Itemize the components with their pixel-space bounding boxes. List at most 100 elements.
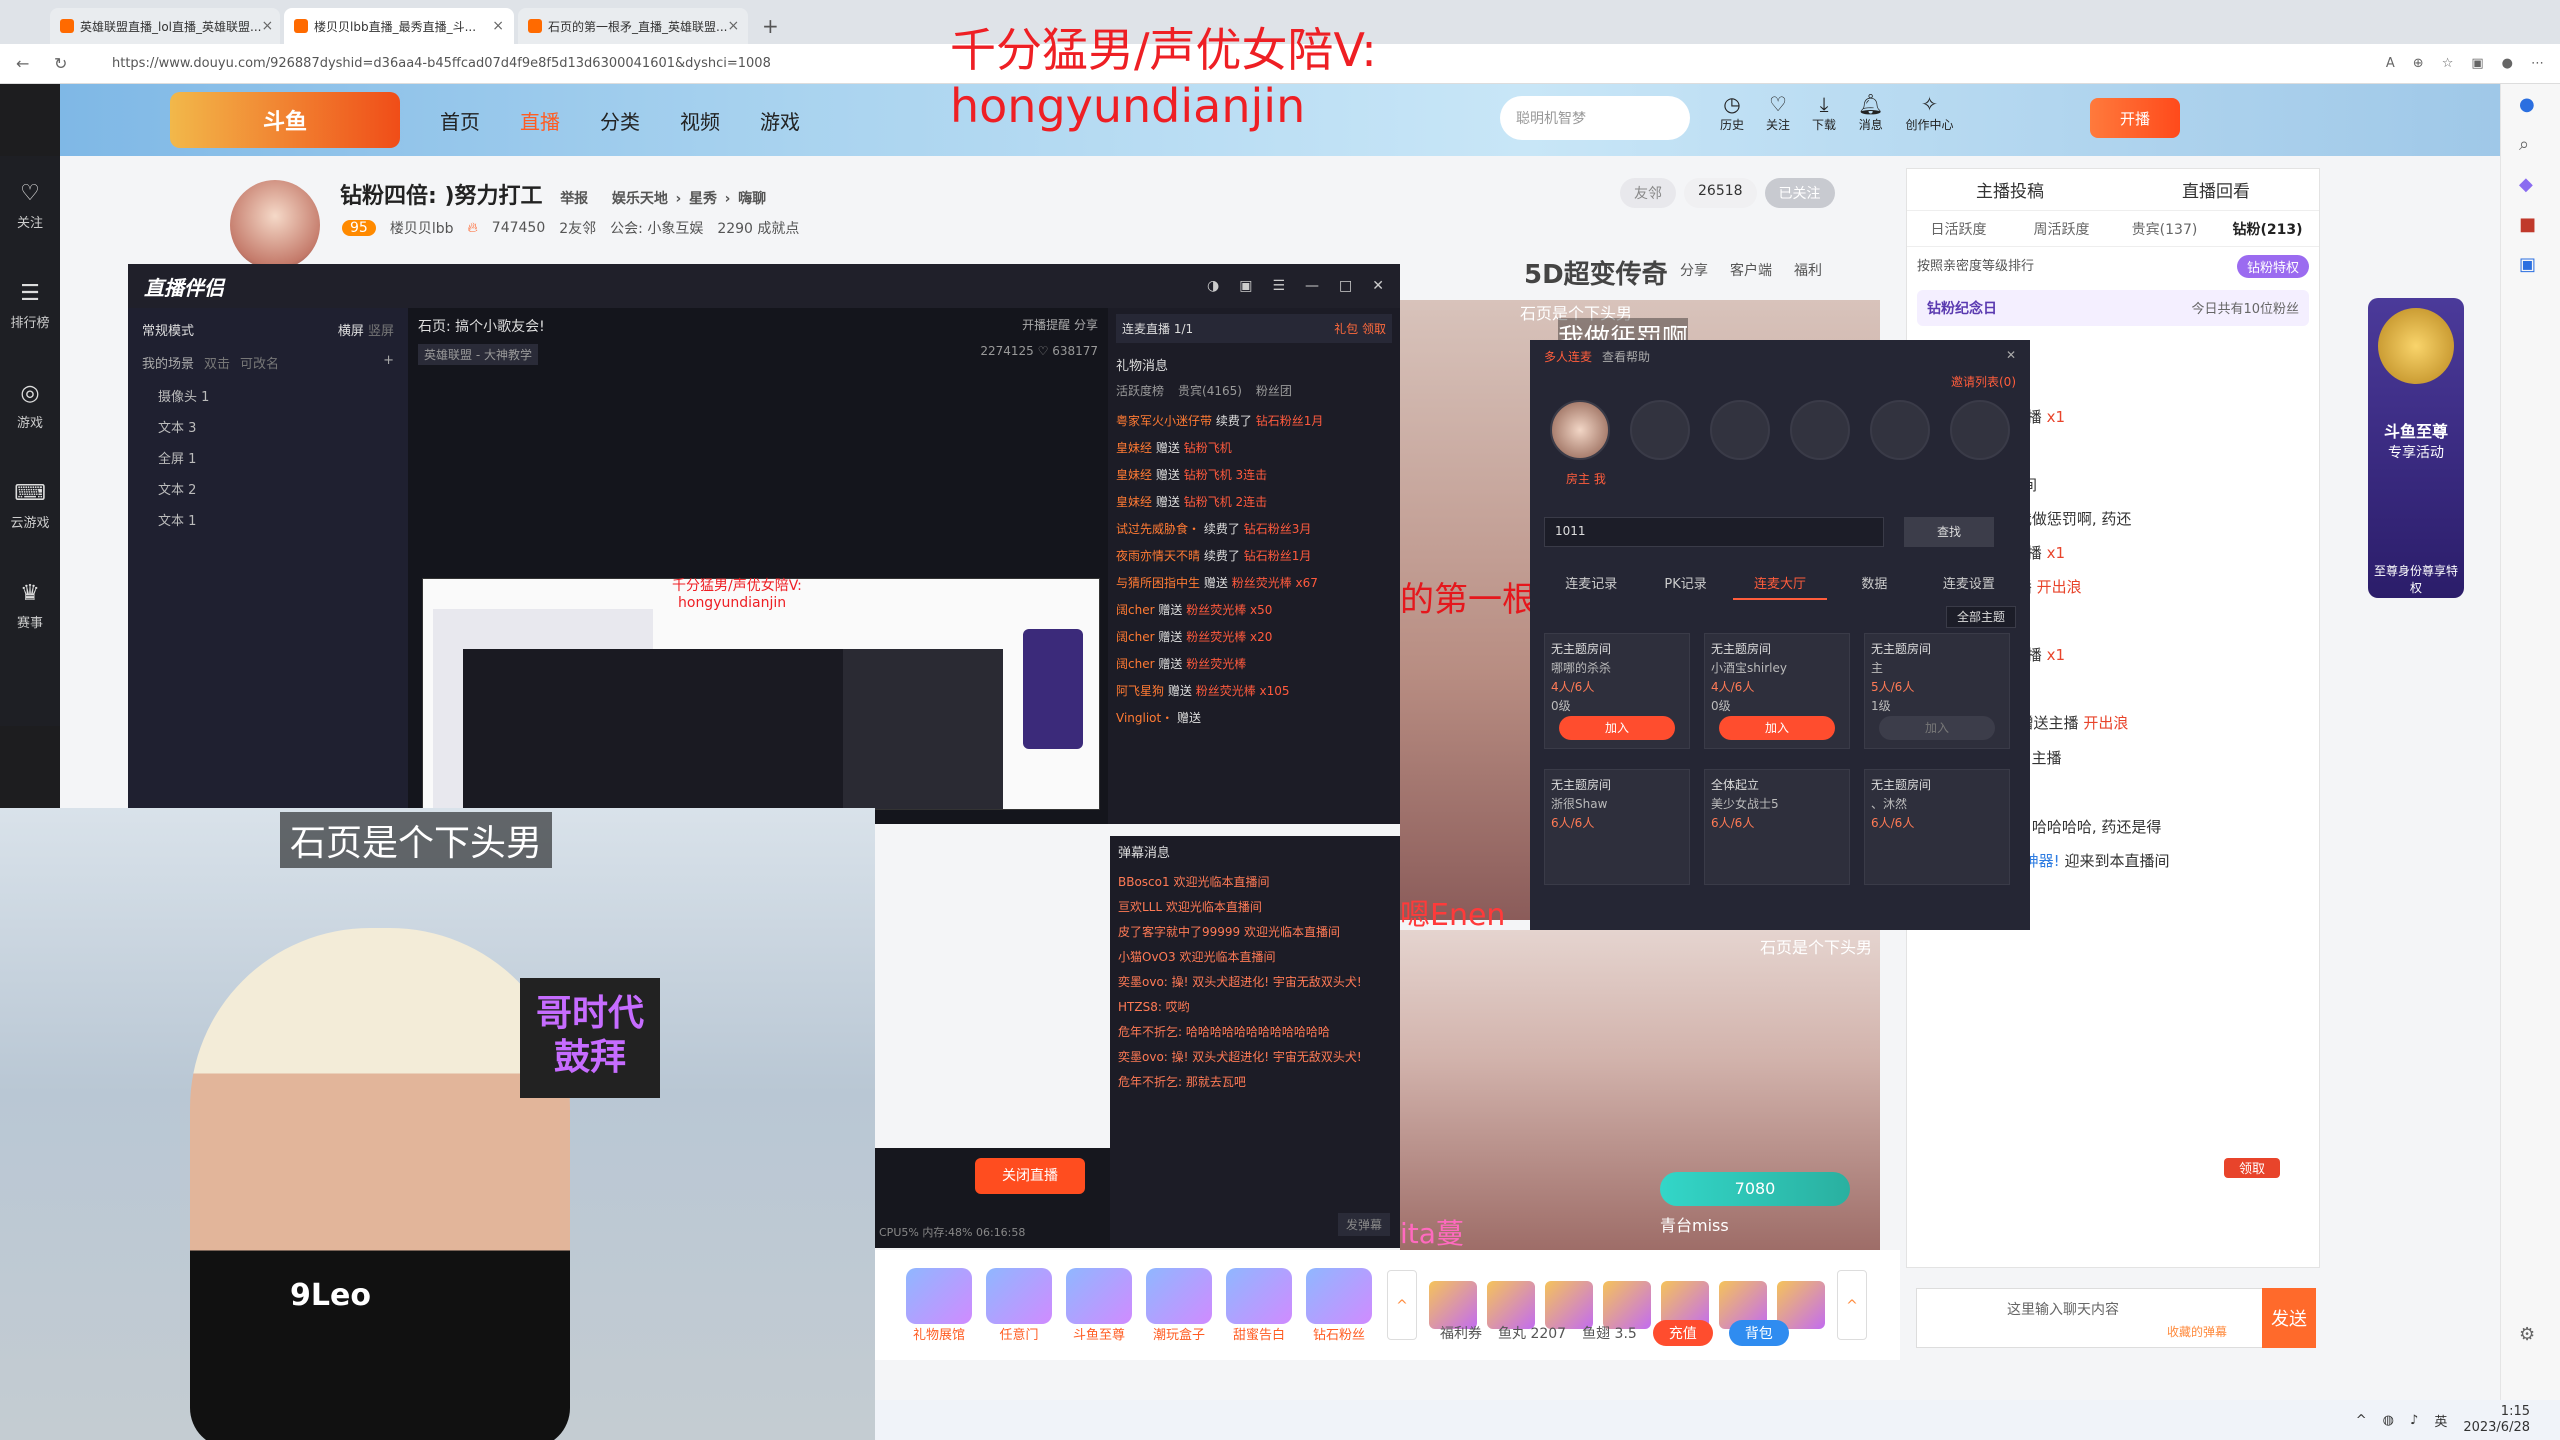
search-icon[interactable]: ⌕ [2519, 134, 2529, 155]
scene-item[interactable]: 摄像头 1 [142, 380, 394, 411]
theme-filter-select[interactable]: 全部主题 [1945, 606, 2016, 628]
gift-user[interactable]: 粤家军火小迷仔带 [1116, 414, 1212, 428]
tab-contribute[interactable]: 主播投稿 [1907, 177, 2113, 202]
sidebar-item-game[interactable]: ◎ 游戏 [0, 356, 60, 456]
join-button[interactable]: 加入 [1879, 716, 1995, 740]
gift-entry[interactable]: 斗鱼至尊 [1063, 1267, 1135, 1343]
gift-user[interactable]: 阿飞星狗 [1116, 684, 1164, 698]
nav-home[interactable]: 首页 [440, 106, 480, 135]
browser-tab-active[interactable]: 楼贝贝lbb直播_最秀直播_斗... × [284, 8, 514, 44]
welfare-button[interactable]: 福利 [1794, 260, 1822, 280]
empty-seat[interactable] [1790, 400, 1850, 460]
breadcrumb-item[interactable]: 娱乐天地 [612, 191, 668, 207]
report-link[interactable]: 举报 [560, 191, 588, 207]
empty-seat[interactable] [1710, 400, 1770, 460]
tab-daily[interactable]: 日活跃度 [1907, 219, 2010, 239]
connect-tab[interactable]: PK记录 [1638, 567, 1732, 600]
room-card[interactable]: 无主题房间 小酒宝shirley 4人/6人 0级 加入 [1704, 633, 1850, 749]
anchor-avatar[interactable] [230, 180, 320, 270]
tab-vip[interactable]: 贵宾(137) [2113, 219, 2216, 239]
extension-icon[interactable]: ◆ [2519, 174, 2533, 195]
history-button[interactable]: ◷ 历史 [1720, 92, 1744, 133]
volume-icon[interactable]: ♪ [2410, 1413, 2418, 1428]
close-icon[interactable]: ✕ [2006, 348, 2016, 365]
gift-user[interactable]: 阔cher [1116, 630, 1155, 644]
help-link[interactable]: 查看帮助 [1602, 348, 1650, 365]
room-card[interactable]: 无主题房间 、沐然 6人/6人 [1864, 769, 2010, 885]
bell-icon[interactable]: ● [2519, 94, 2535, 115]
refresh-icon[interactable]: ↻ [54, 54, 78, 73]
tab-activity[interactable]: 活跃度榜 [1116, 382, 1164, 399]
breadcrumb-item[interactable]: 星秀 [689, 191, 717, 207]
join-button[interactable]: 加入 [1559, 716, 1675, 740]
download-button[interactable]: ⤓ 下载 [1812, 92, 1836, 133]
nav-live[interactable]: 直播 [520, 106, 560, 135]
site-logo[interactable]: 斗鱼 [170, 92, 400, 148]
send-danmu-button[interactable]: 发弹幕 [1337, 1213, 1390, 1236]
gift-entry[interactable]: 任意门 [983, 1267, 1055, 1343]
connect-tab[interactable]: 连麦大厅 [1732, 567, 1828, 600]
breadcrumb-item[interactable]: 嗨聊 [738, 191, 766, 207]
scene-item[interactable]: 文本 1 [142, 504, 394, 535]
tab-replay[interactable]: 直播回看 [2113, 177, 2319, 202]
toolbox-icon[interactable]: ■ [2519, 214, 2536, 235]
connect-tab[interactable]: 数据 [1827, 567, 1921, 600]
gift-user[interactable]: 夜雨亦情天不晴 [1116, 549, 1200, 563]
share-button[interactable]: 分享 [1074, 318, 1098, 332]
room-card[interactable]: 无主题房间 哪哪的杀杀 4人/6人 0级 加入 [1544, 633, 1690, 749]
gift-user[interactable]: 与猜所困指中生 [1116, 576, 1200, 590]
zoom-icon[interactable]: ⊕ [2413, 56, 2424, 71]
collections-icon[interactable]: ▣ [2471, 56, 2483, 71]
mode-select[interactable]: 常规模式 [142, 320, 194, 339]
followed-button[interactable]: 已关注 [1764, 178, 1835, 208]
join-button[interactable]: 加入 [1719, 716, 1835, 740]
gift-entry[interactable]: 礼物展馆 [903, 1267, 975, 1343]
close-live-button[interactable]: 关闭直播 [975, 1158, 1085, 1194]
favorite-icon[interactable]: ☆ [2442, 56, 2454, 71]
gift-user[interactable]: 试过先威胁食・ [1116, 522, 1200, 536]
recharge-button[interactable]: 充值 [1652, 1320, 1713, 1346]
gift-pack-button[interactable]: 礼包 [1334, 322, 1358, 336]
add-scene-icon[interactable]: + [383, 353, 394, 372]
connect-tab[interactable]: 连麦记录 [1544, 567, 1638, 600]
tab-vip[interactable]: 贵宾(4165) [1178, 382, 1242, 399]
sidebar-item-follow[interactable]: ♡ 关注 [0, 156, 60, 256]
sidebar-item-cloud-game[interactable]: ⌨ 云游戏 [0, 456, 60, 556]
chevron-up-icon[interactable]: ^ [2356, 1413, 2367, 1428]
open-live-button[interactable]: 开播 [2090, 98, 2180, 138]
minimize-icon[interactable]: — [1305, 278, 1319, 294]
scene-item[interactable]: 文本 2 [142, 473, 394, 504]
invite-list-link[interactable]: 邀请列表(0) [1530, 373, 2030, 390]
menu-icon[interactable]: ☰ [1272, 278, 1285, 294]
ad-banner[interactable]: 5D超变传奇 [1524, 254, 1668, 291]
tribe-link[interactable]: 2友邻 [559, 218, 596, 238]
chevron-up-icon[interactable]: ^ [1837, 1270, 1867, 1340]
message-button[interactable]: 🔔︎ 消息 [1858, 92, 1883, 133]
gift-user[interactable]: Vingliot・ [1116, 711, 1173, 725]
host-seat[interactable] [1550, 400, 1610, 460]
ime-indicator[interactable]: 英 [2434, 1411, 2447, 1430]
client-button[interactable]: 客户端 [1730, 260, 1772, 280]
tab-weekly[interactable]: 周活跃度 [2010, 219, 2113, 239]
claim-button[interactable]: 领取 [1362, 322, 1386, 336]
sidebar-item-rank[interactable]: ☰ 排行榜 [0, 256, 60, 356]
search-button[interactable]: 查找 [1904, 517, 1994, 547]
welfare-coupon[interactable]: 福利券 [1440, 1323, 1482, 1343]
gift-user[interactable]: 皇妹经 [1116, 468, 1152, 482]
room-note[interactable]: 石页: 搞个小歌友会! [418, 316, 545, 336]
nav-game[interactable]: 游戏 [760, 106, 800, 135]
room-card[interactable]: 无主题房间 浙很Shaw 6人/6人 [1544, 769, 1690, 885]
search-input[interactable]: 1011 [1544, 517, 1884, 547]
claim-button[interactable]: 领取 [2224, 1158, 2280, 1178]
gift-entry[interactable]: 钻石粉丝 [1303, 1267, 1375, 1343]
nav-category[interactable]: 分类 [600, 106, 640, 135]
gift-user[interactable]: 皇妹经 [1116, 441, 1152, 455]
collect-danmu-button[interactable]: 收藏的弹幕 [2167, 1323, 2227, 1340]
gift-user[interactable]: 皇妹经 [1116, 495, 1152, 509]
gift-user[interactable]: 阔cher [1116, 603, 1155, 617]
sidebar-item-match[interactable]: ♛ 赛事 [0, 556, 60, 656]
tab-fans[interactable]: 粉丝团 [1256, 382, 1292, 399]
diamond-perm-button[interactable]: 钻粉特权 [2236, 255, 2309, 278]
gift-entry[interactable]: 潮玩盒子 [1143, 1267, 1215, 1343]
tab-portrait[interactable]: 竖屏 [368, 324, 394, 339]
